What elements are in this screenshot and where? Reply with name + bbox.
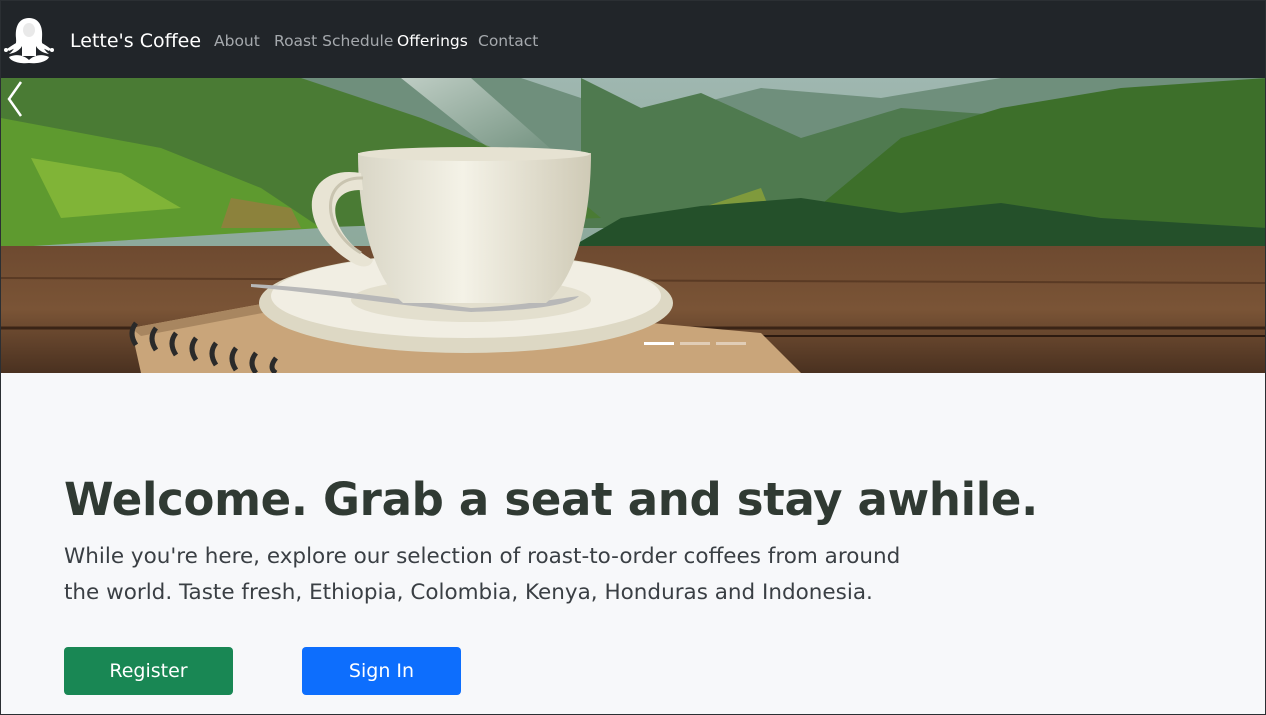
- navbar: Lette's Coffee About Roast Schedule Offe…: [1, 1, 1265, 78]
- browser-viewport: Lette's Coffee About Roast Schedule Offe…: [0, 0, 1266, 715]
- nav-link-roast-schedule[interactable]: Roast Schedule: [274, 31, 393, 51]
- carousel-indicator-3[interactable]: [716, 342, 746, 345]
- meditating-woman-logo-icon[interactable]: [3, 16, 55, 66]
- welcome-heading: Welcome. Grab a seat and stay awhile.: [64, 473, 1038, 526]
- hero-carousel: [1, 78, 1265, 373]
- nav-link-offerings[interactable]: Offerings: [397, 31, 468, 51]
- register-button[interactable]: Register: [64, 647, 233, 695]
- coffee-cup-mountains-image: [1, 78, 1265, 373]
- carousel-indicator-2[interactable]: [680, 342, 710, 345]
- carousel-indicator-1[interactable]: [644, 342, 674, 345]
- sign-in-button[interactable]: Sign In: [302, 647, 461, 695]
- chevron-left-icon[interactable]: [1, 78, 31, 120]
- welcome-description: While you're here, explore our selection…: [64, 544, 901, 605]
- nav-link-about[interactable]: About: [214, 31, 260, 51]
- nav-link-contact[interactable]: Contact: [478, 31, 538, 51]
- brand-link[interactable]: Lette's Coffee: [70, 29, 201, 53]
